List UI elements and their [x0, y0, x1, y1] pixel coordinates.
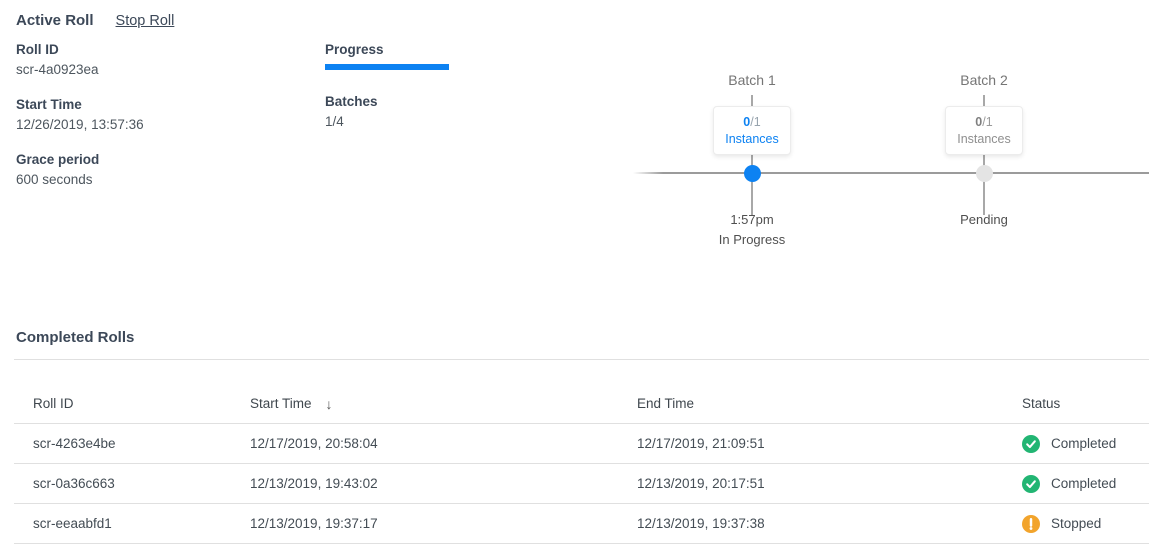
grace-period-value: 600 seconds: [16, 170, 144, 190]
cell-start-time: 12/13/2019, 19:43:02: [250, 476, 637, 491]
batch-2-instance-count: 0/1: [946, 114, 1022, 131]
batch-2-progress-dot: [976, 165, 993, 182]
column-header-roll-id: Roll ID: [33, 396, 250, 411]
table-row: scr-0a36c663 12/13/2019, 19:43:02 12/13/…: [14, 464, 1149, 504]
table-row: scr-4263e4be 12/17/2019, 20:58:04 12/17/…: [14, 424, 1149, 464]
table-row: scr-eeaabfd1 12/13/2019, 19:37:17 12/13/…: [14, 504, 1149, 544]
completed-rolls-title: Completed Rolls: [16, 329, 134, 346]
batch-1-instances-card[interactable]: 0/1 Instances: [713, 106, 791, 155]
start-time-label: Start Time: [16, 95, 144, 115]
roll-id-label: Roll ID: [16, 40, 144, 60]
cell-status: Completed: [1022, 475, 1149, 493]
batches-value: 1/4: [325, 112, 465, 132]
detail-grace-period: Grace period 600 seconds: [16, 150, 144, 190]
detail-start-time: Start Time 12/26/2019, 13:57:36: [16, 95, 144, 135]
timeline-batch-1: Batch 1 0/1 Instances 1:57pm In Progress: [692, 0, 812, 260]
check-circle-icon: [1022, 435, 1040, 453]
cell-roll-id: scr-eeaabfd1: [33, 516, 250, 531]
batch-2-instances-card[interactable]: 0/1 Instances: [945, 106, 1023, 155]
detail-roll-id: Roll ID scr-4a0923ea: [16, 40, 144, 80]
cell-end-time: 12/13/2019, 20:17:51: [637, 476, 1022, 491]
completed-rolls-table: Roll ID Start Time ↓ End Time Status scr…: [14, 384, 1149, 544]
progress-bar: [325, 64, 449, 70]
active-roll-header: Active Roll Stop Roll: [16, 12, 174, 29]
batch-2-name: Batch 2: [924, 72, 1044, 88]
start-time-value: 12/26/2019, 13:57:36: [16, 115, 144, 135]
check-circle-icon: [1022, 475, 1040, 493]
stop-roll-link[interactable]: Stop Roll: [116, 13, 175, 29]
section-divider: [14, 359, 1149, 360]
cell-end-time: 12/17/2019, 21:09:51: [637, 436, 1022, 451]
status-label: Stopped: [1051, 516, 1101, 531]
batch-2-instances-label: Instances: [946, 131, 1022, 148]
sort-descending-icon[interactable]: ↓: [326, 396, 333, 412]
batch-1-state: In Progress: [692, 232, 812, 247]
grace-period-label: Grace period: [16, 150, 144, 170]
cell-status: Completed: [1022, 435, 1149, 453]
cell-start-time: 12/17/2019, 20:58:04: [250, 436, 637, 451]
batches-label: Batches: [325, 92, 465, 112]
exclamation-circle-icon: [1022, 515, 1040, 533]
batch-1-instances-label: Instances: [714, 131, 790, 148]
column-header-start-time[interactable]: Start Time ↓: [250, 396, 637, 412]
column-header-end-time: End Time: [637, 396, 1022, 411]
progress-column: Progress Batches 1/4: [325, 40, 465, 132]
cell-roll-id: scr-4263e4be: [33, 436, 250, 451]
status-label: Completed: [1051, 436, 1116, 451]
cell-start-time: 12/13/2019, 19:37:17: [250, 516, 637, 531]
cell-end-time: 12/13/2019, 19:37:38: [637, 516, 1022, 531]
batch-1-progress-dot: [744, 165, 761, 182]
table-header-row: Roll ID Start Time ↓ End Time Status: [14, 384, 1149, 424]
progress-label: Progress: [325, 40, 465, 60]
timeline-batch-2: Batch 2 0/1 Instances Pending: [924, 0, 1044, 260]
roll-details: Roll ID scr-4a0923ea Start Time 12/26/20…: [16, 40, 144, 205]
status-label: Completed: [1051, 476, 1116, 491]
batch-2-time: Pending: [924, 212, 1044, 227]
active-roll-section: Active Roll Stop Roll Roll ID scr-4a0923…: [0, 0, 1149, 315]
batch-1-name: Batch 1: [692, 72, 812, 88]
column-header-status: Status: [1022, 396, 1149, 411]
active-roll-title: Active Roll: [16, 12, 94, 29]
batch-1-time: 1:57pm: [692, 212, 812, 227]
progress-bar-fill: [325, 64, 449, 70]
cell-status: Stopped: [1022, 515, 1149, 533]
roll-id-value: scr-4a0923ea: [16, 60, 144, 80]
batch-1-instance-count: 0/1: [714, 114, 790, 131]
cell-roll-id: scr-0a36c663: [33, 476, 250, 491]
